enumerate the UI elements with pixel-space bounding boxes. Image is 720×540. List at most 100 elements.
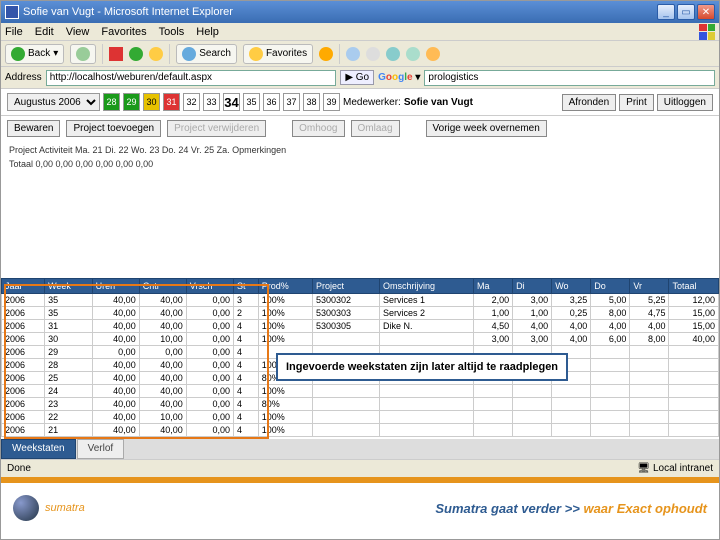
menu-tools[interactable]: Tools <box>159 26 185 38</box>
menu-view[interactable]: View <box>66 26 90 38</box>
medewerker-name: Sofie van Vugt <box>404 97 473 108</box>
status-bar: Done 🖥Local intranet <box>1 459 719 477</box>
table-row[interactable]: 20063140,0040,000,004100%5300305Dike N.4… <box>2 320 719 333</box>
entry-summary: Project Activiteit Ma. 21 Di. 22 Wo. 23 … <box>1 141 719 173</box>
address-label: Address <box>5 72 42 83</box>
edit-icon[interactable] <box>386 47 400 61</box>
table-row[interactable]: 20063040,0010,000,004100%3,003,004,006,0… <box>2 333 719 346</box>
go-button[interactable]: ▶ Go <box>340 70 374 85</box>
week-36[interactable]: 36 <box>263 93 280 111</box>
refresh-icon[interactable] <box>129 47 143 61</box>
week-30[interactable]: 30 <box>143 93 160 111</box>
col-header: St <box>234 279 259 294</box>
col-header: Week <box>45 279 93 294</box>
col-header: Wo <box>552 279 591 294</box>
messenger-icon[interactable] <box>426 47 440 61</box>
week-38[interactable]: 38 <box>303 93 320 111</box>
print-button[interactable]: Print <box>619 94 654 111</box>
week-29[interactable]: 29 <box>123 93 140 111</box>
bewaren-button[interactable]: Bewaren <box>7 120 60 137</box>
tab-weekstaten[interactable]: Weekstaten <box>1 439 76 459</box>
logo-orb-icon <box>13 495 39 521</box>
medewerker-label: Medewerker: <box>343 97 401 108</box>
week-39[interactable]: 39 <box>323 93 340 111</box>
table-row[interactable]: 20062440,0040,000,004100% <box>2 385 719 398</box>
minimize-button[interactable]: _ <box>657 4 675 20</box>
close-button[interactable]: ✕ <box>697 4 715 20</box>
menu-help[interactable]: Help <box>196 26 219 38</box>
menu-favorites[interactable]: Favorites <box>101 26 146 38</box>
col-header: Prod% <box>258 279 312 294</box>
col-header: Cntr <box>139 279 186 294</box>
intranet-icon: 🖥 <box>637 463 650 474</box>
nav-toolbar: Back ▾ Search Favorites <box>1 41 719 67</box>
sumatra-logo: sumatra <box>13 495 85 521</box>
menu-bar: File Edit View Favorites Tools Help <box>1 23 719 41</box>
favorites-button[interactable]: Favorites <box>243 44 313 64</box>
col-header: Vrsch <box>186 279 233 294</box>
summary-header: Project Activiteit Ma. 21 Di. 22 Wo. 23 … <box>9 145 711 155</box>
search-button[interactable]: Search <box>176 44 237 64</box>
forward-icon <box>76 47 90 61</box>
week-selector-bar: Augustus 2006 28 29 30 31 32 33 34 35 36… <box>1 89 719 116</box>
col-header: Jaar <box>2 279 45 294</box>
google-toolbar[interactable]: Google ▾ <box>378 72 420 83</box>
col-header: Totaal <box>669 279 719 294</box>
windows-logo-icon <box>699 24 715 40</box>
slogan: Sumatra gaat verder >> waar Exact ophoud… <box>435 501 707 516</box>
table-row[interactable]: 20062140,0040,000,004100% <box>2 424 719 437</box>
table-row[interactable]: 20062340,0040,000,00480% <box>2 398 719 411</box>
omhoog-button[interactable]: Omhoog <box>292 120 344 137</box>
ie-icon <box>5 5 19 19</box>
address-bar: Address ▶ Go Google ▾ <box>1 67 719 89</box>
week-28[interactable]: 28 <box>103 93 120 111</box>
mail-icon[interactable] <box>346 47 360 61</box>
project-verwijderen-button[interactable]: Project verwijderen <box>167 120 266 137</box>
stop-icon[interactable] <box>109 47 123 61</box>
google-search-input[interactable] <box>424 70 715 86</box>
col-header: Project <box>312 279 379 294</box>
star-icon <box>249 47 263 61</box>
week-31[interactable]: 31 <box>163 93 180 111</box>
window-title: Sofie van Vugt - Microsoft Internet Expl… <box>23 6 233 18</box>
maximize-button[interactable]: ▭ <box>677 4 695 20</box>
week-33[interactable]: 33 <box>203 93 220 111</box>
menu-file[interactable]: File <box>5 26 23 38</box>
col-header: Uren <box>92 279 139 294</box>
action-bar: Bewaren Project toevoegen Project verwij… <box>1 116 719 141</box>
forward-button[interactable] <box>70 44 96 64</box>
annotation-callout: Ingevoerde weekstaten zijn later altijd … <box>276 353 568 381</box>
col-header: Ma <box>474 279 513 294</box>
week-35[interactable]: 35 <box>243 93 260 111</box>
table-row[interactable]: 20062240,0010,000,004100% <box>2 411 719 424</box>
table-row[interactable]: 20063540,0040,000,003100%5300302Services… <box>2 294 719 307</box>
summary-totals: Totaal 0,00 0,00 0,00 0,00 0,00 0,00 <box>9 159 711 169</box>
security-zone: 🖥Local intranet <box>637 463 713 474</box>
back-icon <box>11 47 25 61</box>
project-toevoegen-button[interactable]: Project toevoegen <box>66 120 161 137</box>
afronden-button[interactable]: Afronden <box>562 94 617 111</box>
search-icon <box>182 47 196 61</box>
url-input[interactable] <box>46 70 337 86</box>
week-32[interactable]: 32 <box>183 93 200 111</box>
month-select[interactable]: Augustus 2006 <box>7 93 100 111</box>
logo-text: sumatra <box>45 502 85 514</box>
week-37[interactable]: 37 <box>283 93 300 111</box>
status-text: Done <box>7 463 31 474</box>
col-header: Di <box>513 279 552 294</box>
uitloggen-button[interactable]: Uitloggen <box>657 94 713 111</box>
print-icon[interactable] <box>366 47 380 61</box>
back-button[interactable]: Back ▾ <box>5 44 64 64</box>
tab-verlof[interactable]: Verlof <box>77 439 125 459</box>
omlaag-button[interactable]: Omlaag <box>351 120 400 137</box>
discuss-icon[interactable] <box>406 47 420 61</box>
vorige-week-button[interactable]: Vorige week overnemen <box>426 120 547 137</box>
col-header: Vr <box>630 279 669 294</box>
home-icon[interactable] <box>149 47 163 61</box>
bottom-tabs: Weekstaten Verlof <box>1 439 719 459</box>
table-row[interactable]: 20063540,0040,000,002100%5300303Services… <box>2 307 719 320</box>
col-header: Do <box>591 279 630 294</box>
week-34-current[interactable]: 34 <box>223 93 240 111</box>
history-icon[interactable] <box>319 47 333 61</box>
menu-edit[interactable]: Edit <box>35 26 54 38</box>
